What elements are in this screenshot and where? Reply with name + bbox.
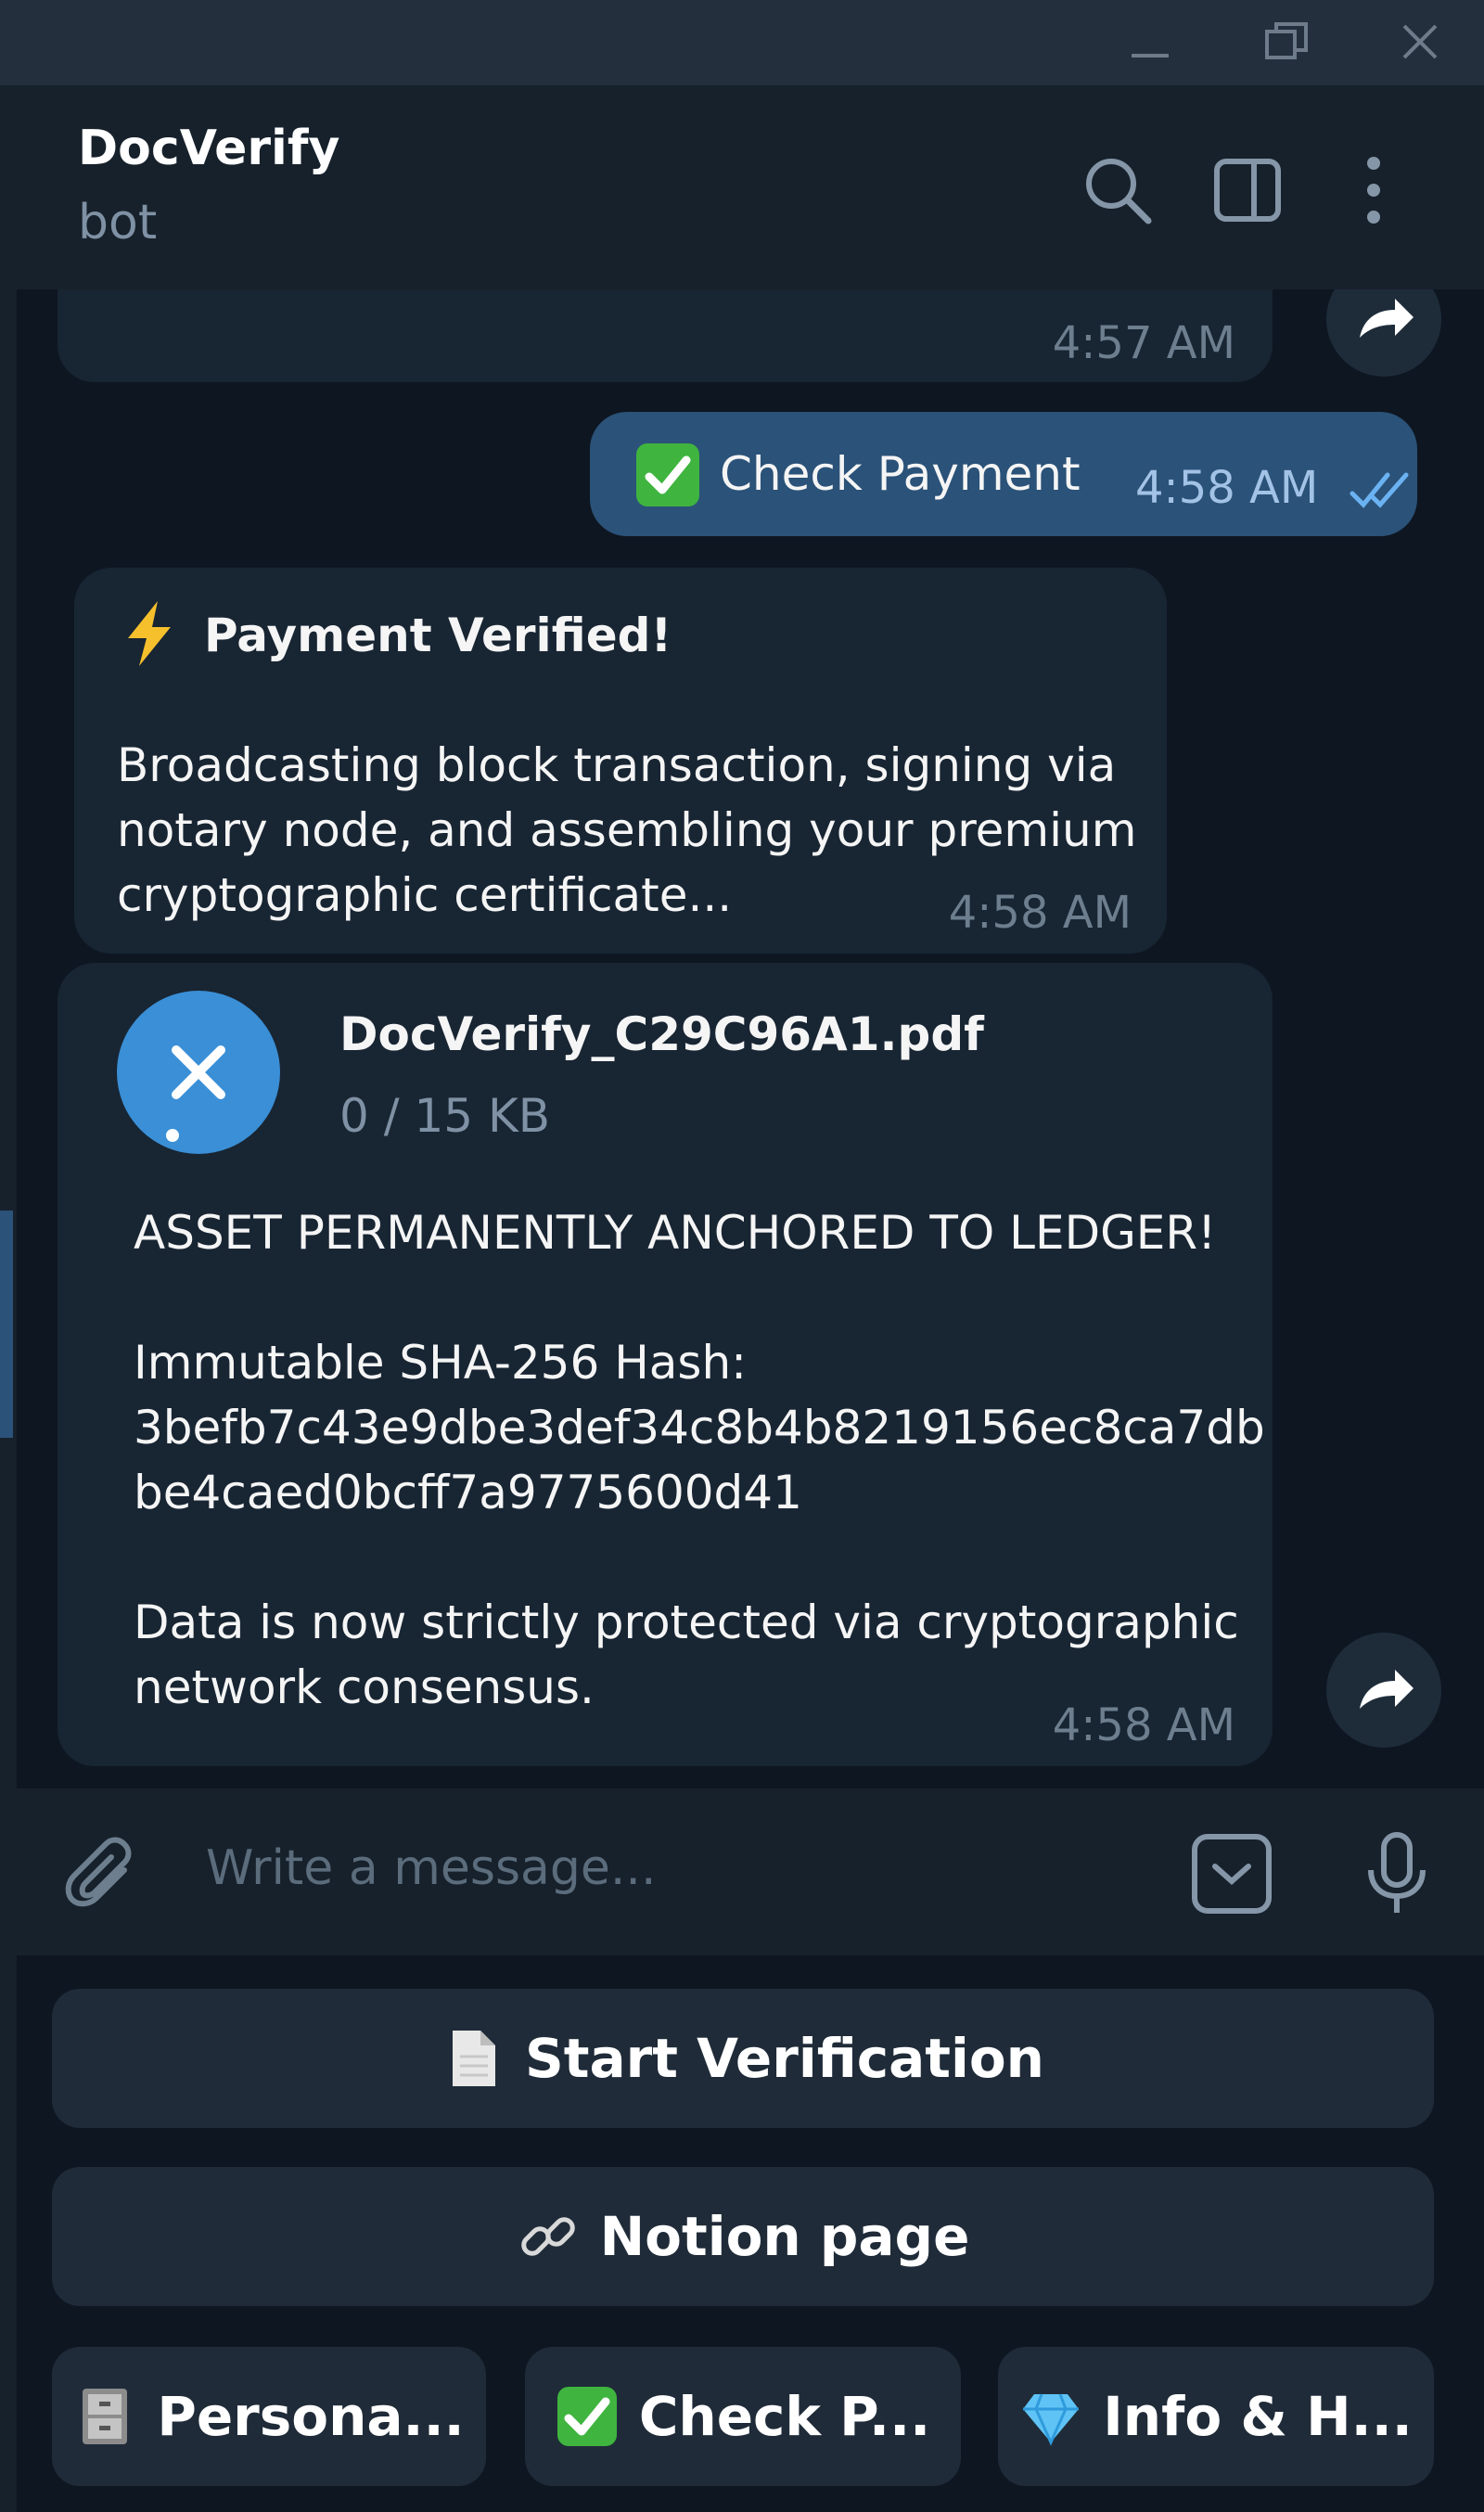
- hash-label: Immutable SHA-256 Hash:: [134, 1336, 748, 1390]
- forward-icon[interactable]: [1326, 289, 1441, 377]
- button-label: Notion page: [599, 2205, 970, 2268]
- button-label: Check P...: [638, 2385, 931, 2448]
- button-label: Info & H...: [1103, 2385, 1413, 2448]
- file-name[interactable]: DocVerify_C29C96A1.pdf: [339, 1002, 984, 1067]
- download-cancel-button[interactable]: [117, 991, 280, 1154]
- double-check-read-icon: [1349, 469, 1414, 510]
- lightning-icon: [122, 599, 176, 668]
- message-bubble-previous: 4:57 AM: [58, 289, 1273, 382]
- chat-header: DocVerify bot: [17, 85, 1484, 291]
- close-icon[interactable]: [1388, 13, 1452, 72]
- message-bubble-payment-verified: Payment Verified! Broadcasting block tra…: [74, 568, 1167, 954]
- message-bubble-outgoing: Check Payment 4:58 AM: [590, 412, 1417, 536]
- info-help-button[interactable]: Info & H...: [998, 2347, 1434, 2486]
- gem-icon: [1019, 2385, 1082, 2448]
- attach-icon[interactable]: [59, 1833, 148, 1922]
- message-composer: Write a message...: [17, 1788, 1484, 1955]
- window-titlebar: [0, 0, 1484, 85]
- left-panel-scroll-indicator: [0, 1211, 13, 1438]
- hash-value: 3befb7c43e9dbe3def34c8b4b8219156ec8ca7db…: [134, 1401, 1265, 1519]
- microphone-icon[interactable]: [1352, 1829, 1441, 1918]
- check-payment-button[interactable]: Check P...: [525, 2347, 961, 2486]
- message-time: 4:57 AM: [1052, 317, 1235, 369]
- anchored-text: ASSET PERMANENTLY ANCHORED TO LEDGER!: [134, 1206, 1217, 1260]
- cancel-x-icon: [166, 1045, 225, 1142]
- file-cabinet-icon: [73, 2385, 136, 2448]
- more-menu-icon[interactable]: [1332, 148, 1415, 232]
- search-icon[interactable]: [1076, 148, 1159, 232]
- forward-icon[interactable]: [1326, 1633, 1441, 1748]
- bot-keyboard-toggle-icon[interactable]: [1187, 1829, 1276, 1918]
- document-icon: [441, 2027, 505, 2090]
- message-input[interactable]: Write a message...: [206, 1840, 657, 1896]
- button-label: Persona...: [157, 2385, 465, 2448]
- start-verification-button[interactable]: Start Verification: [52, 1989, 1434, 2128]
- message-time: 4:58 AM: [1052, 1699, 1235, 1751]
- minimize-icon[interactable]: [1118, 13, 1183, 72]
- message-title: Payment Verified!: [204, 609, 672, 662]
- message-time: 4:58 AM: [948, 887, 1132, 939]
- personal-button[interactable]: Persona...: [52, 2347, 486, 2486]
- notion-page-button[interactable]: Notion page: [52, 2167, 1434, 2306]
- button-label: Start Verification: [525, 2027, 1044, 2090]
- link-icon: [517, 2205, 580, 2268]
- message-text: Check Payment: [720, 447, 1081, 501]
- restore-icon[interactable]: [1254, 13, 1319, 72]
- bot-reply-keyboard: Start Verification Notion page Persona..…: [17, 1955, 1484, 2512]
- check-mark-icon: [556, 2385, 619, 2448]
- check-mark-icon: [634, 442, 701, 508]
- sidebar-toggle-icon[interactable]: [1206, 148, 1289, 232]
- chat-subtitle: bot: [78, 195, 158, 250]
- chat-title[interactable]: DocVerify: [78, 121, 339, 176]
- message-list[interactable]: 4:57 AM Check Payment 4:58 AM Payment Ve…: [17, 289, 1484, 1788]
- file-size: 0 / 15 KB: [339, 1089, 551, 1143]
- message-bubble-file: DocVerify_C29C96A1.pdf 0 / 15 KB ASSET P…: [58, 963, 1273, 1766]
- message-time: 4:58 AM: [1135, 462, 1319, 514]
